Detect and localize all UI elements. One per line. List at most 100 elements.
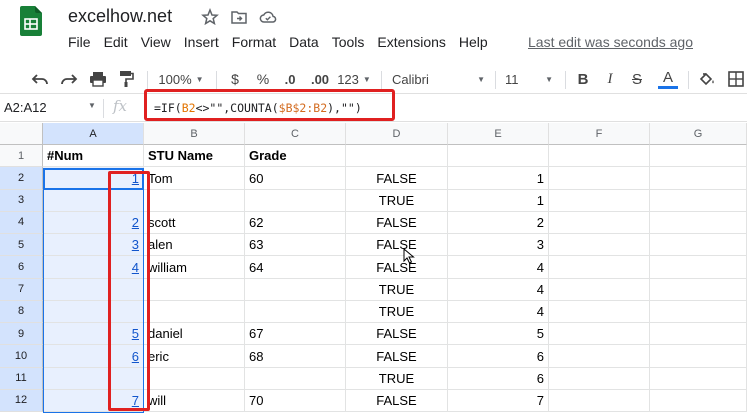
fill-color-button[interactable]: [696, 68, 718, 90]
cell-c6[interactable]: 64: [245, 256, 346, 279]
row-header[interactable]: 8: [0, 300, 43, 323]
cell-b10[interactable]: eric: [144, 345, 245, 368]
cell-b7[interactable]: [144, 278, 245, 301]
print-button[interactable]: [86, 68, 110, 90]
cell-g3[interactable]: [650, 189, 747, 212]
cell-a9[interactable]: 5: [43, 323, 144, 346]
cell-a2[interactable]: 1: [43, 167, 144, 190]
undo-button[interactable]: [28, 68, 52, 90]
cell-a4[interactable]: 2: [43, 211, 144, 234]
cell-g8[interactable]: [650, 300, 747, 323]
increase-decimal-button[interactable]: .00: [307, 68, 333, 90]
cloud-saved-icon[interactable]: [259, 8, 277, 26]
menu-tools[interactable]: Tools: [332, 34, 365, 54]
row-header[interactable]: 3: [0, 189, 43, 212]
font-family-select[interactable]: Calibri ▼: [392, 68, 487, 90]
cell-e1[interactable]: [448, 145, 549, 168]
document-title[interactable]: excelhow.net: [68, 6, 172, 27]
cell-f10[interactable]: [549, 345, 650, 368]
cell-b4[interactable]: scott: [144, 211, 245, 234]
cell-e6[interactable]: 4: [448, 256, 549, 279]
cell-d12[interactable]: FALSE: [346, 389, 448, 412]
font-size-select[interactable]: 11 ▼: [505, 68, 555, 90]
cell-c11[interactable]: [245, 367, 346, 390]
cell-d10[interactable]: FALSE: [346, 345, 448, 368]
menu-data[interactable]: Data: [289, 34, 319, 54]
menu-insert[interactable]: Insert: [184, 34, 219, 54]
cell-e8[interactable]: 4: [448, 300, 549, 323]
last-edit-link[interactable]: Last edit was seconds ago: [528, 34, 693, 50]
row-header[interactable]: 4: [0, 211, 43, 234]
row-header[interactable]: 6: [0, 256, 43, 279]
column-header-a[interactable]: A: [43, 123, 144, 145]
cell-d8[interactable]: TRUE: [346, 300, 448, 323]
cell-a3[interactable]: [43, 189, 144, 212]
cell-f4[interactable]: [549, 211, 650, 234]
cell-g10[interactable]: [650, 345, 747, 368]
cell-d3[interactable]: TRUE: [346, 189, 448, 212]
cell-b2[interactable]: Tom: [144, 167, 245, 190]
strikethrough-button[interactable]: S: [628, 68, 646, 90]
cell-b6[interactable]: william: [144, 256, 245, 279]
bold-button[interactable]: B: [574, 68, 592, 90]
menu-file[interactable]: File: [68, 34, 91, 54]
cell-c3[interactable]: [245, 189, 346, 212]
column-header-f[interactable]: F: [549, 123, 650, 145]
row-header[interactable]: 11: [0, 367, 43, 390]
cell-g6[interactable]: [650, 256, 747, 279]
cell-a5[interactable]: 3: [43, 234, 144, 257]
cell-c12[interactable]: 70: [245, 389, 346, 412]
cell-e2[interactable]: 1: [448, 167, 549, 190]
cell-a11[interactable]: [43, 367, 144, 390]
menu-extensions[interactable]: Extensions: [377, 34, 445, 54]
cell-g9[interactable]: [650, 323, 747, 346]
menu-view[interactable]: View: [141, 34, 171, 54]
cell-d9[interactable]: FALSE: [346, 323, 448, 346]
cell-g4[interactable]: [650, 211, 747, 234]
cell-g5[interactable]: [650, 234, 747, 257]
cell-f5[interactable]: [549, 234, 650, 257]
row-header[interactable]: 5: [0, 234, 43, 257]
zoom-select[interactable]: 100% ▼: [155, 68, 207, 90]
chevron-down-icon[interactable]: ▼: [88, 101, 96, 110]
cell-g11[interactable]: [650, 367, 747, 390]
cell-a1[interactable]: #Num: [43, 145, 144, 168]
cell-e11[interactable]: 6: [448, 367, 549, 390]
cell-c5[interactable]: 63: [245, 234, 346, 257]
sheets-logo-icon[interactable]: [20, 6, 42, 36]
decrease-decimal-button[interactable]: .0: [279, 68, 301, 90]
cell-b3[interactable]: [144, 189, 245, 212]
cell-d2[interactable]: FALSE: [346, 167, 448, 190]
cell-g7[interactable]: [650, 278, 747, 301]
menu-help[interactable]: Help: [459, 34, 488, 54]
cell-f8[interactable]: [549, 300, 650, 323]
cell-f1[interactable]: [549, 145, 650, 168]
cell-e3[interactable]: 1: [448, 189, 549, 212]
select-all-corner[interactable]: [0, 123, 43, 145]
redo-button[interactable]: [57, 68, 81, 90]
column-header-e[interactable]: E: [448, 123, 549, 145]
cell-f11[interactable]: [549, 367, 650, 390]
row-header[interactable]: 7: [0, 278, 43, 301]
cell-a10[interactable]: 6: [43, 345, 144, 368]
cell-e12[interactable]: 7: [448, 389, 549, 412]
row-header[interactable]: 1: [0, 145, 43, 168]
cell-g1[interactable]: [650, 145, 747, 168]
cell-e9[interactable]: 5: [448, 323, 549, 346]
cell-c4[interactable]: 62: [245, 211, 346, 234]
italic-button[interactable]: I: [601, 68, 619, 90]
cell-b9[interactable]: daniel: [144, 323, 245, 346]
cell-b8[interactable]: [144, 300, 245, 323]
cell-a6[interactable]: 4: [43, 256, 144, 279]
cell-e4[interactable]: 2: [448, 211, 549, 234]
row-header[interactable]: 10: [0, 345, 43, 368]
cell-c1[interactable]: Grade: [245, 145, 346, 168]
borders-button[interactable]: [726, 68, 746, 90]
cell-c2[interactable]: 60: [245, 167, 346, 190]
cell-c7[interactable]: [245, 278, 346, 301]
row-header[interactable]: 9: [0, 323, 43, 346]
column-header-d[interactable]: D: [346, 123, 448, 145]
cell-f9[interactable]: [549, 323, 650, 346]
text-color-button[interactable]: A: [657, 68, 679, 90]
row-header[interactable]: 2: [0, 167, 43, 190]
